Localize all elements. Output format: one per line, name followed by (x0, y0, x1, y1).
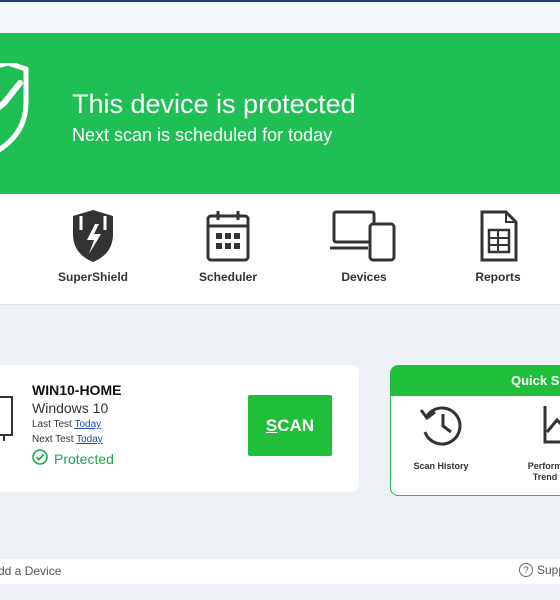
device-card: WIN10-HOME Windows 10 Last Test Today Ne… (0, 365, 359, 492)
protection-status-title: This device is protected (72, 89, 356, 119)
supershield-label: SuperShield (57, 270, 128, 284)
performance-trend-button[interactable]: Perform Trend (495, 402, 560, 483)
add-device-link[interactable]: dd a Device (0, 564, 61, 578)
help-icon: ? (519, 563, 533, 577)
quick-panel-title: Quick S (391, 366, 560, 396)
last-test-link[interactable]: Today (74, 419, 101, 430)
check-circle-icon (32, 449, 48, 468)
history-icon (415, 406, 467, 452)
feature-toolbar: SuperShield Scheduler Devices Reports (0, 194, 560, 305)
scan-button-hotkey: S (265, 415, 278, 435)
report-icon (443, 208, 553, 264)
devices-button[interactable]: Devices (309, 208, 419, 284)
devices-icon (309, 208, 419, 264)
next-test-link[interactable]: Today (76, 434, 103, 445)
scheduler-label: Scheduler (198, 270, 258, 284)
support-link[interactable]: ? Supp (519, 563, 560, 577)
performance-trend-label: Perform Trend (527, 461, 560, 482)
scan-history-button[interactable]: Scan History (391, 402, 491, 472)
device-name: WIN10-HOME (32, 382, 122, 398)
shield-check-icon (0, 60, 30, 168)
reports-button[interactable]: Reports (443, 208, 553, 284)
calendar-icon (173, 208, 283, 264)
scheduler-button[interactable]: Scheduler (173, 208, 283, 284)
next-scan-subtitle: Next scan is scheduled for today (72, 125, 333, 145)
supershield-button[interactable]: SuperShield (38, 208, 148, 284)
title-bar (0, 0, 560, 32)
protected-status: Protected (32, 449, 114, 468)
next-test-label: Next Test (32, 434, 74, 445)
last-test-label: Last Test (32, 419, 72, 430)
supershield-icon (38, 208, 148, 264)
last-test-row: Last Test Today (32, 419, 101, 430)
monitor-icon (0, 395, 16, 448)
footer-bar: dd a Device ? Supp (0, 557, 560, 584)
quick-panel: Quick S Scan History Perform Trend (390, 365, 560, 496)
reports-label: Reports (475, 270, 521, 284)
protection-banner: This device is protected Next scan is sc… (0, 33, 560, 194)
scan-button-label: CAN (277, 415, 315, 435)
protected-status-text: Protected (54, 450, 114, 467)
devices-label: Devices (341, 270, 387, 284)
trend-icon (519, 406, 560, 452)
scan-button[interactable]: S CAN (248, 395, 332, 456)
next-test-row: Next Test Today (32, 434, 103, 445)
scan-history-label: Scan History (413, 461, 469, 471)
support-label: Supp (537, 563, 560, 577)
device-os: Windows 10 (32, 400, 109, 416)
